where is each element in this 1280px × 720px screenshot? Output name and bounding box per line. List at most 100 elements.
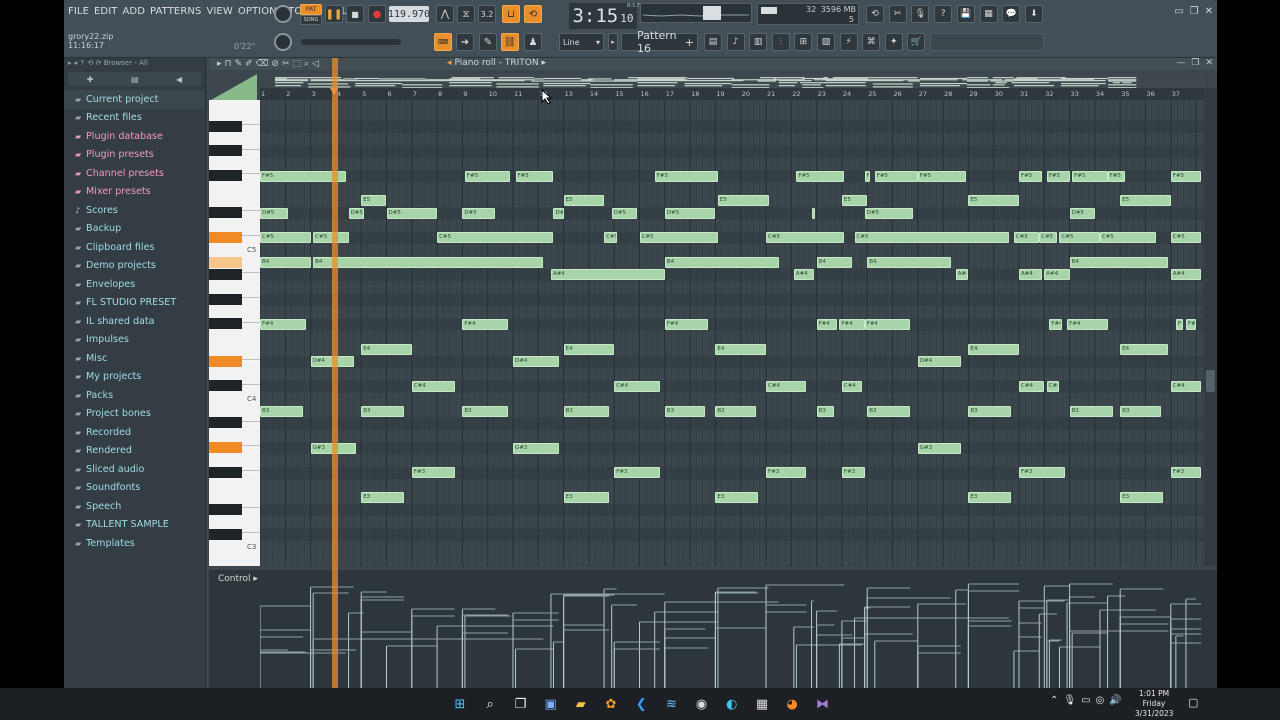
piano-note[interactable]: E3 bbox=[563, 492, 610, 504]
pencil-icon[interactable]: ✎ bbox=[235, 59, 243, 69]
play-icon[interactable]: ◁ bbox=[312, 59, 319, 69]
piano-note[interactable]: F#4 bbox=[462, 318, 508, 330]
piano-black-key[interactable] bbox=[209, 207, 242, 219]
piano-note[interactable]: E5 bbox=[361, 195, 387, 207]
browser-item[interactable]: ▰ FL STUDIO PRESET bbox=[64, 294, 205, 313]
pat-mode-button[interactable]: PAT bbox=[300, 4, 322, 15]
magnet-icon[interactable]: ⊓ bbox=[225, 59, 232, 69]
piano-note[interactable]: C#5 bbox=[1170, 232, 1202, 244]
firefox-icon[interactable]: ◕ bbox=[783, 695, 801, 713]
piano-note[interactable]: F#3 bbox=[1019, 467, 1065, 479]
piano-note[interactable]: F#3 bbox=[1170, 467, 1202, 479]
browser-item[interactable]: ▰ Demo projects bbox=[64, 257, 205, 276]
playhead[interactable] bbox=[332, 58, 339, 688]
piano-note[interactable]: C#4 bbox=[1046, 380, 1060, 392]
piano-black-key[interactable] bbox=[209, 466, 242, 478]
piano-note[interactable]: F#4 bbox=[1185, 318, 1197, 330]
piano-note[interactable]: D#5 bbox=[864, 207, 913, 219]
browser-item[interactable]: ▰ Impulses bbox=[64, 331, 205, 350]
mic-window-button[interactable]: ⌘ bbox=[862, 33, 881, 51]
vertical-scrollbar[interactable] bbox=[1204, 88, 1217, 566]
piano-note[interactable]: C#5 bbox=[313, 232, 349, 244]
piano-note[interactable]: F#5 bbox=[654, 170, 718, 182]
mixer-button[interactable]: ▦ bbox=[979, 5, 998, 23]
windows-start-icon[interactable]: ⊞ bbox=[451, 695, 469, 713]
piano-note[interactable]: F#3 bbox=[614, 467, 660, 479]
control-label[interactable]: Control ▸ bbox=[218, 574, 258, 584]
piano-note[interactable]: F#5 bbox=[1019, 170, 1042, 182]
piano-black-key[interactable] bbox=[209, 528, 242, 540]
stamp-button[interactable]: ♟ bbox=[524, 33, 542, 51]
cut-button[interactable]: ✂ bbox=[888, 5, 907, 23]
browser-item[interactable]: ▰ Clipboard files bbox=[64, 238, 205, 257]
piano-note[interactable]: F#5 bbox=[874, 170, 918, 182]
piano-note[interactable]: D#5 bbox=[386, 207, 438, 219]
zoom-icon[interactable]: ⌕ bbox=[304, 59, 309, 69]
piano-note[interactable]: F#5 bbox=[796, 170, 845, 182]
pattern-prev-button[interactable]: ▸ bbox=[608, 33, 618, 51]
menu-file[interactable]: FILE bbox=[68, 6, 89, 17]
piano-note[interactable]: E5 bbox=[841, 195, 868, 207]
piano-note[interactable]: B3 bbox=[968, 405, 1012, 417]
browser-item[interactable]: ♪ Scores bbox=[64, 201, 205, 220]
piano-note[interactable]: A#4 bbox=[550, 269, 665, 281]
piano-note[interactable]: C#4 bbox=[1170, 380, 1202, 392]
mute-icon[interactable]: ⊘ bbox=[271, 59, 279, 69]
piano-note[interactable]: D#5 bbox=[553, 207, 564, 219]
taskbar-clock[interactable]: 1:01 PM Friday 3/31/2023 bbox=[1135, 689, 1173, 719]
chevron-up-icon[interactable]: ⌃ bbox=[1050, 695, 1058, 706]
piano-note[interactable]: E5 bbox=[968, 195, 1019, 207]
browser-item[interactable]: ▰ TALLENT SAMPLE bbox=[64, 516, 205, 535]
piano-note[interactable]: F#5 bbox=[1170, 170, 1202, 182]
eraser-icon[interactable]: ⌫ bbox=[256, 59, 269, 69]
piano-note[interactable]: B3 bbox=[1069, 405, 1113, 417]
piano-note[interactable]: F#5 bbox=[464, 170, 511, 182]
volume-icon[interactable]: 🔊 bbox=[1109, 695, 1121, 706]
master-pitch-knob[interactable] bbox=[274, 33, 292, 51]
piano-note[interactable]: F#4 bbox=[1049, 318, 1062, 330]
menu-view[interactable]: VIEW bbox=[206, 6, 232, 17]
piano-note[interactable]: C#5 bbox=[1059, 232, 1100, 244]
app-icon[interactable]: ≋ bbox=[662, 695, 680, 713]
piano-note[interactable]: D#5 bbox=[611, 207, 637, 219]
stop-button[interactable]: ■ bbox=[346, 5, 364, 23]
piano-note[interactable]: C#5 bbox=[1013, 232, 1040, 244]
add-icon[interactable]: ✚ bbox=[87, 75, 94, 84]
browser-item[interactable]: ▰ Rendered bbox=[64, 442, 205, 461]
metronome-button[interactable]: ⋀ bbox=[436, 5, 454, 23]
piano-white-key[interactable] bbox=[209, 549, 260, 566]
browser-window-button[interactable]: ▧ bbox=[817, 33, 835, 51]
restore-icon[interactable]: ❐ bbox=[1190, 6, 1199, 17]
typing-keyboard-button[interactable]: ⌨ bbox=[434, 33, 452, 51]
piano-note[interactable]: C#5 bbox=[604, 232, 617, 244]
note-grid[interactable]: F#5F#5F#5F#5F#5F#5F#5F#5F#5F#5F#5F#5F#5E… bbox=[260, 100, 1204, 566]
maximize-icon[interactable]: ❐ bbox=[1191, 58, 1199, 68]
piano-note[interactable]: B3 bbox=[563, 405, 610, 417]
master-volume-knob[interactable] bbox=[274, 5, 292, 23]
scroll-thumb[interactable] bbox=[1206, 370, 1215, 392]
piano-note[interactable]: C#5 bbox=[1039, 232, 1057, 244]
piano-note[interactable]: A#4 bbox=[1044, 269, 1070, 281]
piano-note[interactable]: C#5 bbox=[437, 232, 554, 244]
piano-note[interactable]: B4 bbox=[260, 257, 311, 269]
piano-note[interactable]: E4 bbox=[715, 343, 766, 355]
piano-note[interactable]: D#4 bbox=[513, 356, 559, 368]
browser-item[interactable]: ▰ My projects bbox=[64, 368, 205, 387]
piano-note[interactable]: E3 bbox=[361, 492, 405, 504]
piano-note[interactable]: C#4 bbox=[1019, 380, 1045, 392]
page-icon[interactable]: ▤ bbox=[131, 75, 139, 84]
piano-note[interactable]: B3 bbox=[715, 405, 756, 417]
browser-item[interactable]: ▰ Recorded bbox=[64, 423, 205, 442]
browser-item[interactable]: ▰ Speech bbox=[64, 497, 205, 516]
link-button[interactable]: ⛓ bbox=[501, 33, 519, 51]
piano-note[interactable]: D#5 bbox=[664, 207, 716, 219]
piano-note[interactable]: E3 bbox=[968, 492, 1012, 504]
piano-note[interactable]: A#4 bbox=[1170, 269, 1202, 281]
piano-note[interactable]: B3 bbox=[867, 405, 911, 417]
piano-black-key[interactable] bbox=[209, 380, 242, 392]
browser-item[interactable]: ▰ Backup bbox=[64, 220, 205, 239]
blend-button[interactable]: ⊔ bbox=[502, 5, 520, 23]
piano-note[interactable]: E4 bbox=[361, 343, 412, 355]
browser-item[interactable]: ▰ Packs bbox=[64, 386, 205, 405]
piano-keyboard[interactable]: C5 C4 C3 bbox=[209, 100, 260, 566]
